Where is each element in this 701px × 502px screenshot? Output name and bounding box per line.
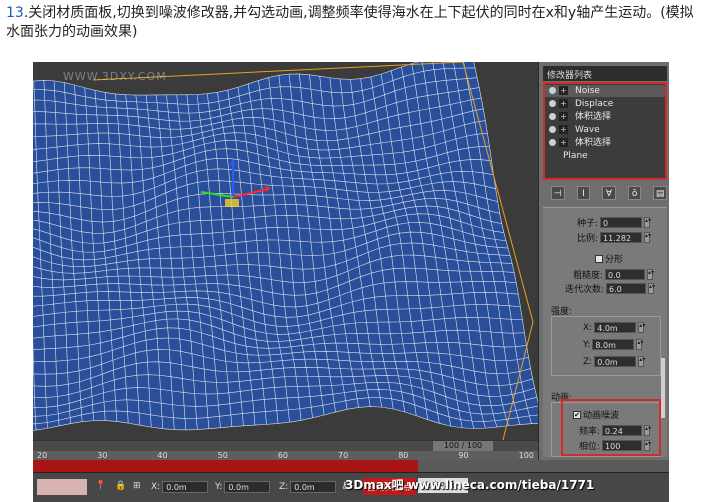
x-coord-label: X: <box>151 482 161 492</box>
strength-x-field[interactable]: 4.0m <box>594 322 637 333</box>
x-coord: X: 0.0m <box>151 481 209 493</box>
expand-icon[interactable]: + <box>559 125 568 134</box>
fractal-label: 分形 <box>605 255 624 265</box>
remove-modifier-icon[interactable]: ō <box>627 186 642 200</box>
strength-x-row: X: 4.0m ▴▾ <box>583 322 645 333</box>
bulb-icon[interactable] <box>549 126 556 133</box>
base-object-plane[interactable]: Plane <box>545 150 665 162</box>
seed-label: 种子: <box>577 219 599 229</box>
configure-sets-icon[interactable]: ▤ <box>653 186 667 200</box>
tutorial-caption: 13.关闭材质面板,切换到噪波修改器,并勾选动画,调整频率使得海水在上下起伏的同… <box>6 4 696 42</box>
command-panel: 修改器列表 + Noise + Displace + 体积选择 + Wave + 体积选择… <box>538 62 669 460</box>
tick-label: 90 <box>458 451 469 460</box>
strength-y-label: Y: <box>583 339 591 350</box>
iterations-spinner[interactable]: ▴▾ <box>648 283 655 294</box>
modifier-label: Wave <box>575 125 600 135</box>
expand-icon[interactable]: + <box>559 138 568 147</box>
seed-row: 种子: 0 ▴▾ <box>577 216 651 229</box>
seed-spinner[interactable]: ▴▾ <box>644 217 651 228</box>
strength-y-spinner[interactable]: ▴▾ <box>636 339 643 350</box>
transform-gizmo-icon[interactable] <box>193 157 273 217</box>
modifier-label: 体积选择 <box>575 138 612 148</box>
scale-field[interactable]: 11.282 <box>600 232 643 243</box>
modifier-label: Noise <box>575 86 600 96</box>
strength-y-field[interactable]: 8.0m <box>592 339 635 350</box>
roughness-field[interactable]: 0.0 <box>605 269 646 280</box>
modifier-item-volume-select-2[interactable]: + 体积选择 <box>545 137 665 149</box>
bulb-icon[interactable] <box>549 87 556 94</box>
time-slider-thumb[interactable]: 100 / 100 <box>433 441 493 451</box>
make-unique-icon[interactable]: ∀ <box>602 186 616 200</box>
modifier-label: Displace <box>575 99 614 109</box>
z-coord-label: Z: <box>279 482 289 492</box>
pin-icon[interactable]: 📍 <box>95 481 106 491</box>
ocean-surface <box>33 62 538 431</box>
iterations-row: 迭代次数: 6.0 ▴▾ <box>565 282 655 295</box>
modifier-stack: + Noise + Displace + 体积选择 + Wave + 体积选择 Plane <box>543 82 667 180</box>
seed-field[interactable]: 0 <box>600 217 643 228</box>
z-coord-field[interactable]: 0.0m <box>290 481 337 493</box>
fractal-row: 分形 <box>595 252 623 265</box>
lock-icon[interactable]: 🔒 <box>115 481 126 491</box>
strength-z-row: Z: 0.0m ▴▾ <box>583 356 645 367</box>
time-slider-track[interactable]: 100 / 100 <box>33 441 538 451</box>
strength-z-field[interactable]: 0.0m <box>594 356 637 367</box>
expand-icon[interactable]: + <box>559 86 568 95</box>
pin-stack-icon[interactable]: ⊣ <box>551 186 565 200</box>
strength-x-spinner[interactable]: ▴▾ <box>638 322 645 333</box>
strength-y-row: Y: 8.0m ▴▾ <box>583 339 643 350</box>
panel-scrollbar[interactable] <box>661 358 665 418</box>
modifier-item-volume-select-1[interactable]: + 体积选择 <box>545 111 665 123</box>
strength-x-label: X: <box>583 322 593 333</box>
modifier-label: 体积选择 <box>575 112 612 122</box>
animation-mode-band <box>33 460 418 472</box>
expand-icon[interactable]: + <box>559 112 568 121</box>
animation-highlight-box <box>561 399 661 456</box>
fractal-checkbox[interactable] <box>595 254 603 263</box>
y-coord-field[interactable]: 0.0m <box>224 481 271 493</box>
roughness-spinner[interactable]: ▴▾ <box>647 269 654 280</box>
scale-spinner[interactable]: ▴▾ <box>644 232 651 243</box>
stack-toolbar: ⊣ I ∀ ō ▤ <box>543 184 667 202</box>
ocean-wireframe-mesh <box>33 62 538 440</box>
maxscript-listener[interactable] <box>37 479 87 495</box>
x-coord-field[interactable]: 0.0m <box>162 481 209 493</box>
bulb-icon[interactable] <box>549 100 556 107</box>
expand-icon[interactable]: + <box>559 99 568 108</box>
iterations-label: 迭代次数: <box>565 285 605 295</box>
transform-mode-icon[interactable]: ⊞ <box>133 481 141 491</box>
modifier-item-noise[interactable]: + Noise <box>545 85 665 97</box>
strength-z-label: Z: <box>583 356 593 367</box>
roughness-label: 粗糙度: <box>573 271 604 281</box>
scale-label: 比例: <box>577 234 599 244</box>
timeline: 100 / 100 20 30 40 50 60 70 80 90 100 <box>33 440 538 460</box>
modifier-item-displace[interactable]: + Displace <box>545 98 665 110</box>
iterations-field[interactable]: 6.0 <box>606 283 647 294</box>
z-coord: Z: 0.0m <box>279 481 337 493</box>
caption-text: .关闭材质面板,切换到噪波修改器,并勾选动画,调整频率使得海水在上下起伏的同时在… <box>6 5 694 40</box>
step-number: 13 <box>6 5 24 21</box>
modifier-list-dropdown[interactable]: 修改器列表 <box>543 66 667 81</box>
roughness-row: 粗糙度: 0.0 ▴▾ <box>573 268 654 281</box>
modifier-item-wave[interactable]: + Wave <box>545 124 665 136</box>
y-coord-label: Y: <box>215 482 223 492</box>
bulb-icon[interactable] <box>549 139 556 146</box>
bulb-icon[interactable] <box>549 113 556 120</box>
y-coord: Y: 0.0m <box>215 481 271 493</box>
site-watermark: 3Dmax吧 www.lineca.com/tieba/1771 <box>345 478 595 492</box>
scale-row: 比例: 11.282 ▴▾ <box>577 231 651 244</box>
viewport-watermark: WWW.3DXY.COM <box>63 70 167 83</box>
tick-label: 100 <box>518 451 534 460</box>
perspective-viewport[interactable]: WWW.3DXY.COM <box>33 62 538 440</box>
strength-z-spinner[interactable]: ▴▾ <box>638 356 645 367</box>
max-screenshot: WWW.3DXY.COM 修改器列表 + Noise + Displace + 体积选… <box>33 62 669 502</box>
show-end-result-icon[interactable]: I <box>576 186 591 200</box>
